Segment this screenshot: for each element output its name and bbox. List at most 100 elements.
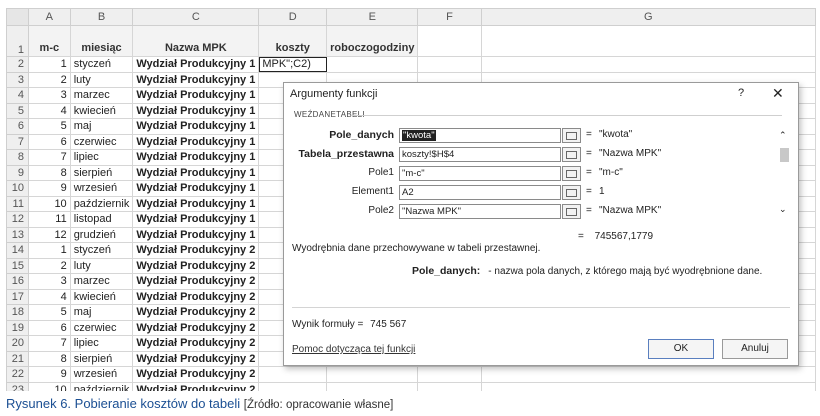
cell-month-name[interactable]: maj bbox=[69, 118, 134, 135]
cell-mpk-name[interactable]: Wydział Produkcyjny 2 bbox=[132, 350, 260, 367]
cell-empty[interactable] bbox=[417, 56, 482, 73]
cell-month-name[interactable]: grudzień bbox=[69, 226, 134, 243]
column-header[interactable]: A bbox=[27, 8, 71, 26]
cell-month-name[interactable]: marzec bbox=[69, 273, 134, 290]
row-header[interactable]: 1 bbox=[6, 25, 29, 57]
cell-mpk-name[interactable]: Wydział Produkcyjny 1 bbox=[132, 87, 260, 104]
cell-month-name[interactable]: wrzesień bbox=[69, 180, 134, 197]
cell-mpk-name[interactable]: Wydział Produkcyjny 1 bbox=[132, 195, 260, 212]
cell-month-number[interactable]: 4 bbox=[27, 288, 71, 305]
header-cell[interactable]: miesiąc bbox=[69, 25, 134, 57]
table-row[interactable]: 2 1 styczeń Wydział Produkcyjny 1 MPK";C2) bbox=[6, 56, 816, 73]
cell-mpk-name[interactable]: Wydział Produkcyjny 1 bbox=[132, 71, 260, 88]
cell-hours[interactable] bbox=[326, 56, 419, 73]
header-cell[interactable]: roboczogodziny bbox=[326, 25, 419, 57]
cell-month-name[interactable]: czerwiec bbox=[69, 319, 134, 336]
cell-month-number[interactable]: 9 bbox=[27, 366, 71, 383]
help-icon[interactable]: ? bbox=[738, 87, 744, 99]
row-header[interactable]: 6 bbox=[6, 118, 29, 135]
row-header[interactable]: 11 bbox=[6, 195, 29, 212]
cell-mpk-name[interactable]: Wydział Produkcyjny 2 bbox=[132, 319, 260, 336]
cell-month-number[interactable]: 3 bbox=[27, 273, 71, 290]
cell-month-number[interactable]: 7 bbox=[27, 335, 71, 352]
cell-month-name[interactable]: lipiec bbox=[69, 335, 134, 352]
row-header[interactable]: 21 bbox=[6, 350, 29, 367]
cell-mpk-name[interactable]: Wydział Produkcyjny 2 bbox=[132, 335, 260, 352]
row-header[interactable]: 8 bbox=[6, 149, 29, 166]
cell-mpk-name[interactable]: Wydział Produkcyjny 2 bbox=[132, 304, 260, 321]
cell-month-name[interactable]: październik bbox=[69, 381, 134, 391]
header-cell[interactable] bbox=[480, 25, 816, 57]
cell-mpk-name[interactable]: Wydział Produkcyjny 1 bbox=[132, 118, 260, 135]
cell-month-name[interactable]: maj bbox=[69, 304, 134, 321]
column-header[interactable]: E bbox=[326, 8, 419, 26]
cell-mpk-name[interactable]: Wydział Produkcyjny 1 bbox=[132, 164, 260, 181]
row-header[interactable]: 20 bbox=[6, 335, 29, 352]
collapse-dialog-icon[interactable] bbox=[562, 166, 581, 181]
cell-month-number[interactable]: 7 bbox=[27, 149, 71, 166]
argument-input[interactable]: A2 bbox=[399, 185, 561, 200]
cell-empty[interactable] bbox=[480, 381, 816, 391]
cell-month-number[interactable]: 5 bbox=[27, 118, 71, 135]
table-row[interactable]: 22 9 wrzesień Wydział Produkcyjny 2 bbox=[6, 366, 816, 383]
cell-month-name[interactable]: październik bbox=[69, 195, 134, 212]
row-header[interactable]: 16 bbox=[6, 273, 29, 290]
cell-empty[interactable] bbox=[480, 366, 816, 383]
ok-button[interactable]: OK bbox=[648, 339, 714, 359]
cell-month-name[interactable]: styczeń bbox=[69, 56, 134, 73]
argument-input[interactable]: "kwota" bbox=[399, 128, 561, 143]
cell-mpk-name[interactable]: Wydział Produkcyjny 2 bbox=[132, 242, 260, 259]
row-header[interactable]: 13 bbox=[6, 226, 29, 243]
cell-month-number[interactable]: 9 bbox=[27, 180, 71, 197]
cell-month-name[interactable]: lipiec bbox=[69, 149, 134, 166]
cancel-button[interactable]: Anuluj bbox=[722, 339, 788, 359]
row-header[interactable]: 15 bbox=[6, 257, 29, 274]
column-header[interactable]: G bbox=[480, 8, 816, 26]
column-header[interactable]: C bbox=[132, 8, 260, 26]
cell-month-name[interactable]: wrzesień bbox=[69, 366, 134, 383]
cell-costs[interactable] bbox=[258, 366, 328, 383]
close-icon[interactable]: ✕ bbox=[772, 85, 784, 102]
header-cell[interactable]: koszty bbox=[258, 25, 328, 57]
collapse-dialog-icon[interactable] bbox=[562, 185, 581, 200]
cell-month-name[interactable]: listopad bbox=[69, 211, 134, 228]
argument-input[interactable]: "Nazwa MPK" bbox=[399, 204, 561, 219]
header-cell[interactable]: Nazwa MPK bbox=[132, 25, 260, 57]
cell-mpk-name[interactable]: Wydział Produkcyjny 2 bbox=[132, 381, 260, 391]
arguments-scrollbar[interactable]: ⌃ ⌄ bbox=[778, 126, 791, 218]
cell-mpk-name[interactable]: Wydział Produkcyjny 1 bbox=[132, 56, 260, 73]
cell-costs[interactable]: MPK";C2) bbox=[258, 56, 328, 73]
cell-month-number[interactable]: 1 bbox=[27, 56, 71, 73]
cell-mpk-name[interactable]: Wydział Produkcyjny 1 bbox=[132, 149, 260, 166]
scrollbar-thumb[interactable] bbox=[780, 148, 789, 162]
cell-mpk-name[interactable]: Wydział Produkcyjny 2 bbox=[132, 273, 260, 290]
row-header[interactable]: 7 bbox=[6, 133, 29, 150]
row-header[interactable]: 2 bbox=[6, 56, 29, 73]
cell-month-number[interactable]: 10 bbox=[27, 195, 71, 212]
cell-hours[interactable] bbox=[326, 366, 419, 383]
row-header[interactable]: 9 bbox=[6, 164, 29, 181]
row-header[interactable]: 23 bbox=[6, 381, 29, 391]
help-link[interactable]: Pomoc dotycząca tej funkcji bbox=[292, 344, 415, 355]
cell-month-number[interactable]: 6 bbox=[27, 133, 71, 150]
argument-input[interactable]: "m-c" bbox=[399, 166, 561, 181]
cell-month-name[interactable]: luty bbox=[69, 71, 134, 88]
cell-mpk-name[interactable]: Wydział Produkcyjny 1 bbox=[132, 211, 260, 228]
column-header[interactable]: F bbox=[417, 8, 482, 26]
table-row[interactable]: 23 10 październik Wydział Produkcyjny 2 bbox=[6, 381, 816, 391]
cell-month-number[interactable]: 6 bbox=[27, 319, 71, 336]
collapse-dialog-icon[interactable] bbox=[562, 128, 581, 143]
row-header[interactable]: 3 bbox=[6, 71, 29, 88]
cell-month-number[interactable]: 1 bbox=[27, 242, 71, 259]
row-header[interactable]: 17 bbox=[6, 288, 29, 305]
scroll-down-icon[interactable]: ⌄ bbox=[779, 204, 787, 215]
row-header[interactable]: 4 bbox=[6, 87, 29, 104]
row-header[interactable]: 18 bbox=[6, 304, 29, 321]
cell-month-name[interactable]: marzec bbox=[69, 87, 134, 104]
cell-month-name[interactable]: czerwiec bbox=[69, 133, 134, 150]
cell-mpk-name[interactable]: Wydział Produkcyjny 1 bbox=[132, 102, 260, 119]
cell-mpk-name[interactable]: Wydział Produkcyjny 2 bbox=[132, 257, 260, 274]
scroll-up-icon[interactable]: ⌃ bbox=[779, 130, 787, 141]
cell-month-name[interactable]: luty bbox=[69, 257, 134, 274]
cell-month-number[interactable]: 4 bbox=[27, 102, 71, 119]
